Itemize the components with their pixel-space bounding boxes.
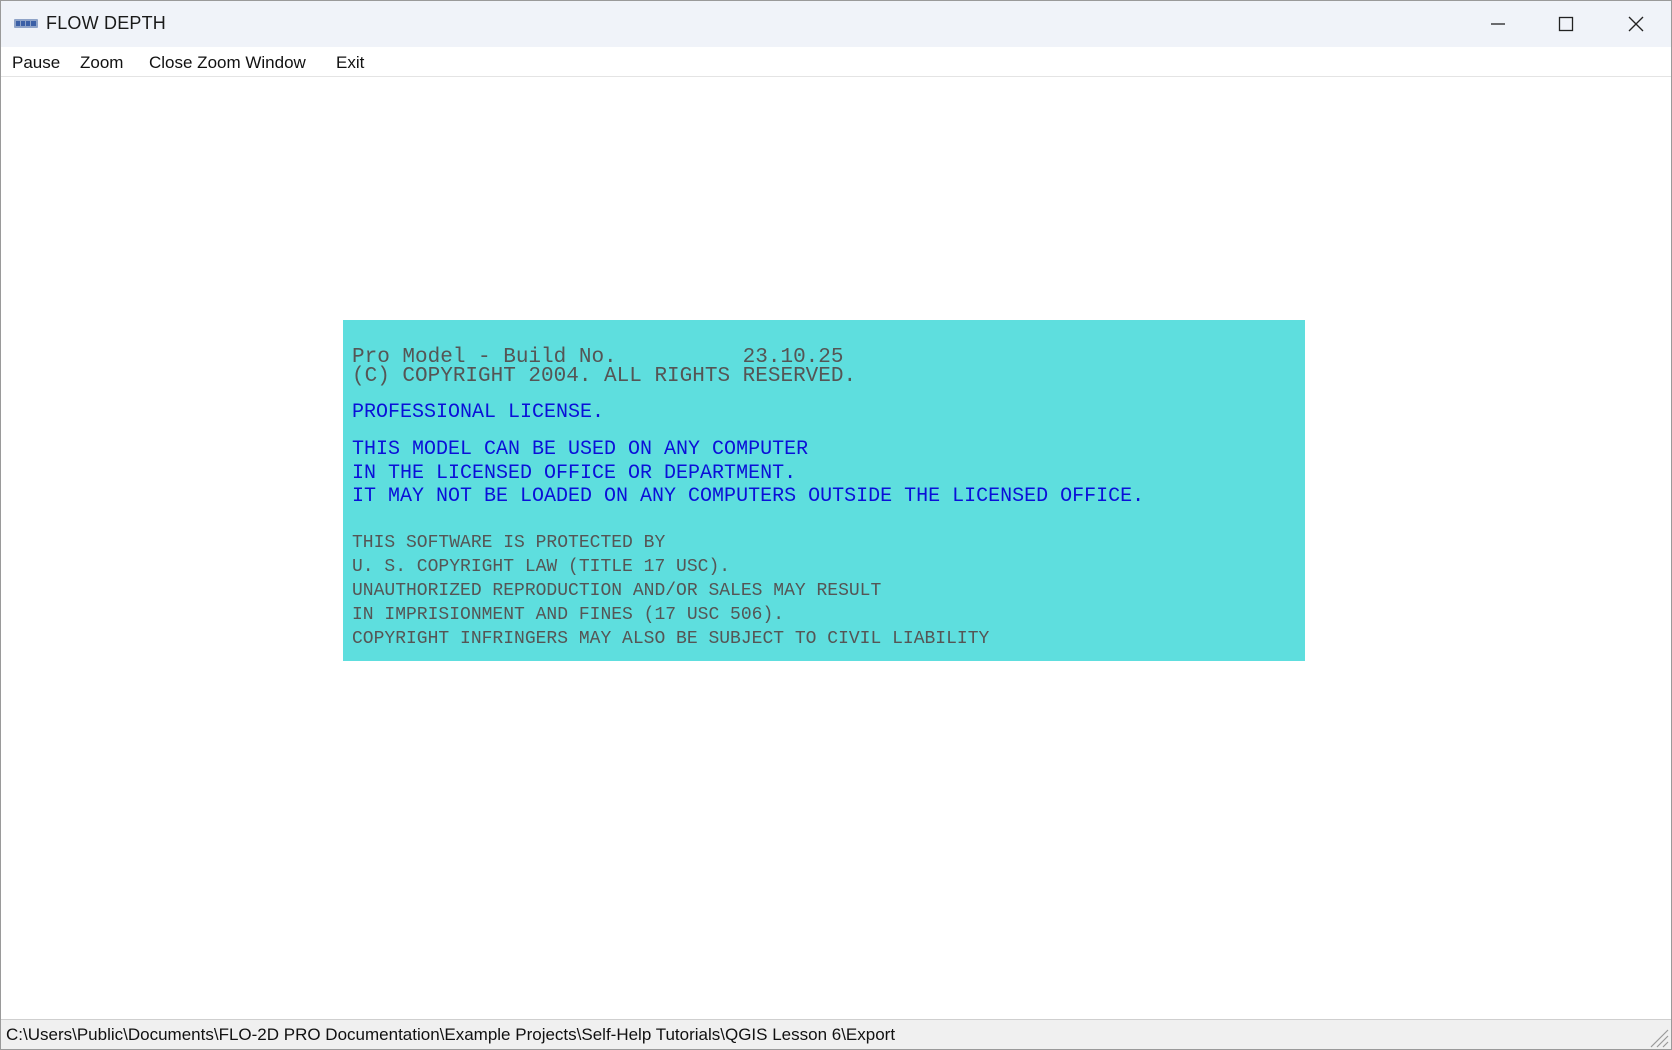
license-type: PROFESSIONAL LICENSE. [352,401,605,424]
legal-notice-line: COPYRIGHT INFRINGERS MAY ALSO BE SUBJECT… [352,629,990,649]
menu-pause[interactable]: Pause [12,53,60,73]
client-area: Pro Model - Build No. 23.10.25 (C) COPYR… [1,77,1671,1019]
legal-notice-line: THIS SOFTWARE IS PROTECTED BY [352,533,666,553]
menu-close-zoom-window[interactable]: Close Zoom Window [149,53,306,73]
maximize-button[interactable] [1531,1,1601,47]
title-bar[interactable]: FLOW DEPTH [1,1,1671,47]
license-term-line: THIS MODEL CAN BE USED ON ANY COMPUTER [352,438,809,461]
license-term-line: IT MAY NOT BE LOADED ON ANY COMPUTERS OU… [352,485,1145,508]
legal-notice-line: IN IMPRISIONMENT AND FINES (17 USC 506). [352,605,785,625]
resize-grip-icon[interactable] [1647,1026,1669,1048]
flo2d-app-icon [14,19,38,28]
close-button[interactable] [1601,1,1671,47]
window-title: FLOW DEPTH [46,13,167,33]
status-path-text: C:\Users\Public\Documents\FLO-2D PRO Doc… [6,1025,896,1044]
menu-zoom[interactable]: Zoom [80,53,123,73]
maximize-icon [1558,16,1574,32]
copyright-line: (C) COPYRIGHT 2004. ALL RIGHTS RESERVED. [352,365,857,388]
legal-notice-line: U. S. COPYRIGHT LAW (TITLE 17 USC). [352,557,731,577]
menu-bar: Pause Zoom Close Zoom Window Exit [1,47,1671,77]
license-term-line: IN THE LICENSED OFFICE OR DEPARTMENT. [352,462,797,485]
menu-exit[interactable]: Exit [336,53,364,73]
close-icon [1628,16,1644,32]
legal-notice-line: UNAUTHORIZED REPRODUCTION AND/OR SALES M… [352,581,882,601]
minimize-icon [1491,23,1505,25]
minimize-button[interactable] [1463,1,1533,47]
app-window: FLOW DEPTH Pause Zoom Close Zoom Window … [0,0,1672,1050]
status-bar: C:\Users\Public\Documents\FLO-2D PRO Doc… [1,1019,1671,1049]
license-splash-panel: Pro Model - Build No. 23.10.25 (C) COPYR… [343,320,1305,661]
